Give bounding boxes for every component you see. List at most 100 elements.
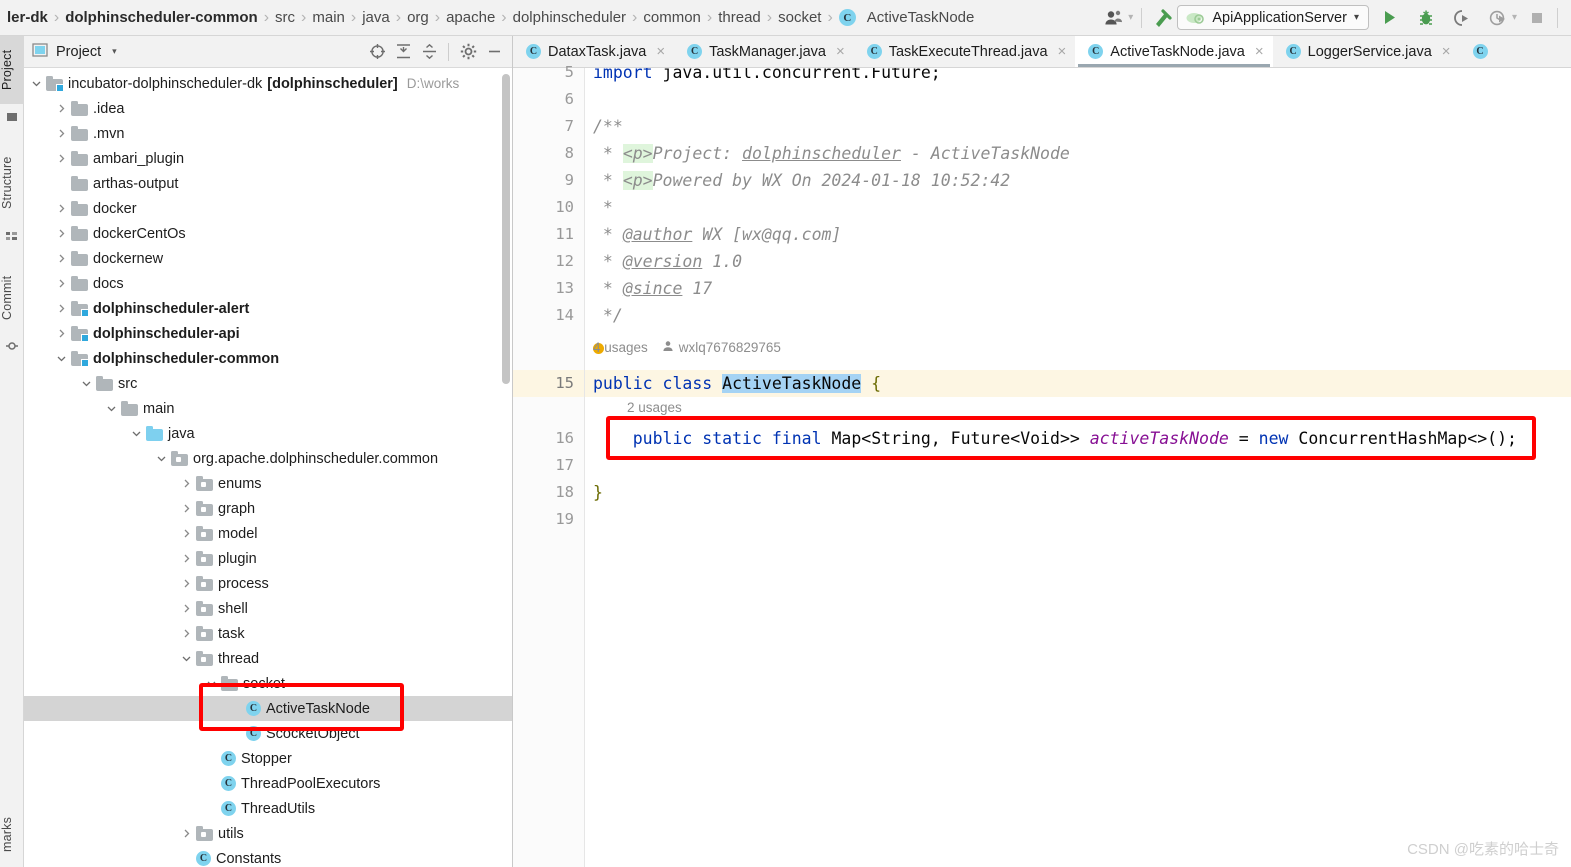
- expand-all-icon[interactable]: [391, 40, 415, 64]
- tree-item[interactable]: shell: [24, 596, 512, 621]
- chevron-right-icon[interactable]: [55, 252, 68, 265]
- select-opened-file-icon[interactable]: [365, 40, 389, 64]
- tree-item[interactable]: org.apache.dolphinscheduler.common: [24, 446, 512, 471]
- chevron-down-icon[interactable]: [105, 402, 118, 415]
- line-number-7[interactable]: 7: [514, 113, 574, 140]
- chevron-down-icon[interactable]: ▾: [112, 46, 117, 57]
- chevron-down-icon[interactable]: ▾: [1354, 12, 1359, 23]
- tree-item[interactable]: ambari_plugin: [24, 146, 512, 171]
- fold-marker-javadoc-open[interactable]: ▽: [585, 120, 586, 131]
- line-number-9[interactable]: 9: [514, 167, 574, 194]
- breadcrumb-item-5[interactable]: org: [402, 0, 434, 36]
- close-tab-icon[interactable]: ×: [1058, 43, 1067, 60]
- code-editor[interactable]: 5 6 7 8 9 10 11 12 13 14 15 16 17 18 19 import java.ut…: [513, 63, 1571, 867]
- debug-icon[interactable]: [1413, 5, 1439, 31]
- sidebar-tab-project[interactable]: Project: [0, 36, 24, 104]
- profiler-icon[interactable]: [1485, 5, 1511, 31]
- sidebar-tab-commit[interactable]: Commit: [0, 261, 24, 335]
- editor-text[interactable]: import java.util.concurrent.Future; /** …: [585, 68, 1571, 867]
- fold-marker-javadoc-close[interactable]: △: [585, 309, 586, 320]
- tree-item[interactable]: docker: [24, 196, 512, 221]
- breadcrumb-item-3[interactable]: main: [307, 0, 350, 36]
- chevron-right-icon[interactable]: [180, 552, 193, 565]
- chevron-right-icon[interactable]: [180, 627, 193, 640]
- run-icon[interactable]: [1377, 5, 1403, 31]
- tree-item[interactable]: src: [24, 371, 512, 396]
- line-number-18[interactable]: 18: [514, 479, 574, 506]
- line-number-8[interactable]: 8: [514, 140, 574, 167]
- line-number-10[interactable]: 10: [514, 194, 574, 221]
- chevron-down-icon[interactable]: ▾: [1511, 0, 1518, 36]
- close-tab-icon[interactable]: ×: [1255, 43, 1264, 60]
- chevron-right-icon[interactable]: [180, 827, 193, 840]
- inlay-hint-field-usages[interactable]: 2 usages: [627, 398, 682, 418]
- line-number-5[interactable]: 5: [514, 59, 574, 86]
- breadcrumb-item-4[interactable]: java: [357, 0, 395, 36]
- tree-item[interactable]: graph: [24, 496, 512, 521]
- chevron-down-icon[interactable]: [205, 677, 218, 690]
- editor-gutter[interactable]: 5 6 7 8 9 10 11 12 13 14 15 16 17 18 19: [513, 63, 585, 867]
- tree-item[interactable]: C ScocketObject: [24, 721, 512, 746]
- chevron-down-icon[interactable]: [180, 652, 193, 665]
- chevron-right-icon[interactable]: [180, 477, 193, 490]
- close-tab-icon[interactable]: ×: [836, 43, 845, 60]
- line-number-15[interactable]: 15: [514, 370, 574, 397]
- tree-item[interactable]: .idea: [24, 96, 512, 121]
- tree-item[interactable]: process: [24, 571, 512, 596]
- line-number-16[interactable]: 16: [514, 425, 574, 452]
- line-number-12[interactable]: 12: [514, 248, 574, 275]
- line-number-17[interactable]: 17: [514, 452, 574, 479]
- line-number-14[interactable]: 14: [514, 302, 574, 329]
- editor-tab-taskmanager[interactable]: C TaskManager.java ×: [674, 36, 854, 67]
- tree-item[interactable]: dolphinscheduler-api: [24, 321, 512, 346]
- breadcrumb-item-10[interactable]: socket: [773, 0, 826, 36]
- tree-item[interactable]: C ThreadUtils: [24, 796, 512, 821]
- tree-item[interactable]: enums: [24, 471, 512, 496]
- build-hammer-icon[interactable]: [1149, 5, 1177, 31]
- collapse-all-icon[interactable]: [417, 40, 441, 64]
- chevron-down-icon[interactable]: [130, 427, 143, 440]
- editor-tab-taskexecutethread[interactable]: C TaskExecuteThread.java ×: [854, 36, 1076, 67]
- chevron-right-icon[interactable]: [55, 102, 68, 115]
- line-number-6[interactable]: 6: [514, 86, 574, 113]
- editor-tab-overflow[interactable]: C: [1460, 36, 1497, 67]
- tree-item[interactable]: utils: [24, 821, 512, 846]
- tree-scrollbar[interactable]: [502, 74, 510, 384]
- breadcrumb-item-6[interactable]: apache: [441, 0, 500, 36]
- tree-item[interactable]: socket: [24, 671, 512, 696]
- editor-tab-activetasknode[interactable]: C ActiveTaskNode.java ×: [1075, 36, 1273, 67]
- chevron-right-icon[interactable]: [180, 502, 193, 515]
- breadcrumb-item-7[interactable]: dolphinscheduler: [508, 0, 631, 36]
- run-with-coverage-icon[interactable]: [1449, 5, 1475, 31]
- hide-panel-icon[interactable]: [482, 40, 506, 64]
- chevron-down-icon[interactable]: [80, 377, 93, 390]
- stop-icon[interactable]: [1524, 5, 1550, 31]
- close-tab-icon[interactable]: ×: [1442, 43, 1451, 60]
- chevron-right-icon[interactable]: [55, 277, 68, 290]
- tree-item[interactable]: dockernew: [24, 246, 512, 271]
- vcs-author[interactable]: wxlq7676829765: [679, 338, 781, 358]
- breadcrumb-item-9[interactable]: thread: [713, 0, 766, 36]
- tree-item[interactable]: plugin: [24, 546, 512, 571]
- sidebar-tab-bookmarks[interactable]: marks: [0, 801, 24, 867]
- close-tab-icon[interactable]: ×: [656, 43, 665, 60]
- account-icon[interactable]: [1101, 5, 1127, 31]
- inlay-hint-class-usages[interactable]: 4 usages wxlq7676829765: [593, 338, 781, 358]
- breadcrumb-item-2[interactable]: src: [270, 0, 300, 36]
- tree-item[interactable]: java: [24, 421, 512, 446]
- line-number-13[interactable]: 13: [514, 275, 574, 302]
- chevron-down-icon[interactable]: [30, 77, 43, 90]
- line-number-11[interactable]: 11: [514, 221, 574, 248]
- chevron-right-icon[interactable]: [55, 152, 68, 165]
- chevron-right-icon[interactable]: [55, 202, 68, 215]
- fold-marker-imports[interactable]: −: [585, 68, 586, 75]
- chevron-right-icon[interactable]: [180, 602, 193, 615]
- tree-item[interactable]: C Stopper: [24, 746, 512, 771]
- breadcrumb-item-1[interactable]: dolphinscheduler-common: [60, 0, 263, 36]
- tree-item[interactable]: docs: [24, 271, 512, 296]
- chevron-right-icon[interactable]: [180, 577, 193, 590]
- tree-item[interactable]: dolphinscheduler-common: [24, 346, 512, 371]
- chevron-down-icon[interactable]: [155, 452, 168, 465]
- settings-gear-icon[interactable]: [456, 40, 480, 64]
- breadcrumb-item-8[interactable]: common: [638, 0, 706, 36]
